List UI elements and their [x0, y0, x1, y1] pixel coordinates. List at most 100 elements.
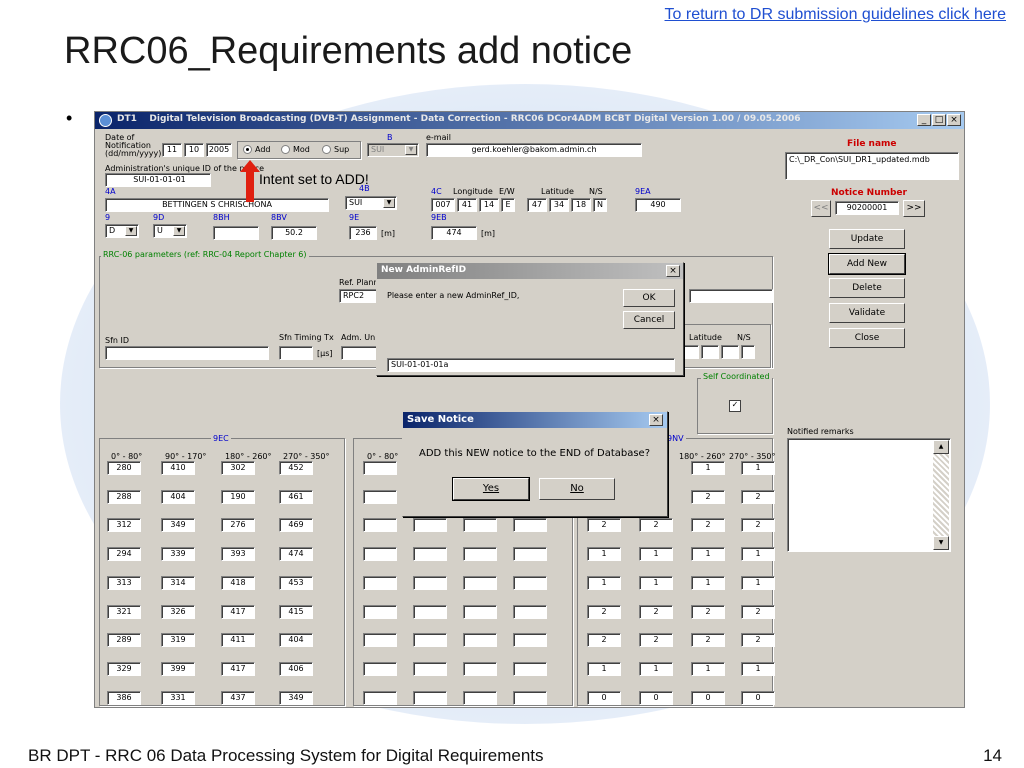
intent-mod-radio[interactable]	[281, 145, 290, 154]
scroll-up-icon[interactable]: ▲	[933, 440, 949, 454]
email-field[interactable]: gerd.koehler@bakom.admin.ch	[426, 143, 642, 157]
cell-9nv[interactable]: 2	[639, 633, 673, 647]
cell-9ec[interactable]: 393	[221, 547, 255, 561]
update-button[interactable]: Update	[829, 229, 905, 249]
cell-9nv[interactable]: 1	[741, 547, 775, 561]
yes-button[interactable]: Yes	[452, 477, 530, 501]
minimize-button[interactable]: _	[917, 114, 931, 126]
cell-9ec[interactable]: 289	[107, 633, 141, 647]
cell-middle[interactable]	[363, 576, 397, 590]
cell-9ec[interactable]: 331	[161, 691, 195, 705]
cell-middle[interactable]	[363, 518, 397, 532]
next-notice-button[interactable]: >>	[903, 200, 925, 217]
cell-9ec[interactable]: 461	[279, 490, 313, 504]
cell-9ec[interactable]: 386	[107, 691, 141, 705]
cell-middle[interactable]	[363, 461, 397, 475]
cell-9ec[interactable]: 437	[221, 691, 255, 705]
cell-middle[interactable]	[363, 547, 397, 561]
lat-sec-field[interactable]: 18	[571, 198, 591, 212]
cell-9nv[interactable]: 0	[639, 691, 673, 705]
lon-ew-field[interactable]: E	[501, 198, 515, 212]
notified-remarks-textarea[interactable]	[787, 438, 951, 552]
self-coordinated-checkbox[interactable]: ✓	[729, 400, 741, 412]
cell-middle[interactable]	[513, 576, 547, 590]
cell-9ec[interactable]: 339	[161, 547, 195, 561]
scroll-down-icon[interactable]: ▼	[933, 536, 949, 550]
cell-9nv[interactable]: 2	[691, 605, 725, 619]
field-9eb[interactable]: 474	[431, 226, 477, 240]
b-select[interactable]: SUI ▼	[367, 143, 419, 157]
cell-9ec[interactable]: 404	[161, 490, 195, 504]
cell-9nv[interactable]: 2	[639, 605, 673, 619]
field-8bh[interactable]	[213, 226, 259, 240]
cell-middle[interactable]	[413, 691, 447, 705]
intent-sup-radio[interactable]	[322, 145, 331, 154]
cell-9ec[interactable]: 276	[221, 518, 255, 532]
cell-9ec[interactable]: 349	[161, 518, 195, 532]
cell-9nv[interactable]: 1	[587, 547, 621, 561]
cell-middle[interactable]	[463, 633, 497, 647]
cell-9nv[interactable]: 1	[639, 576, 673, 590]
cell-middle[interactable]	[513, 662, 547, 676]
rrc-extra-field[interactable]	[689, 289, 773, 303]
cell-9ec[interactable]: 453	[279, 576, 313, 590]
date-day-field[interactable]: 11	[162, 143, 182, 157]
cell-9ec[interactable]: 302	[221, 461, 255, 475]
cell-middle[interactable]	[363, 633, 397, 647]
cell-9nv[interactable]: 1	[691, 461, 725, 475]
field-9ea[interactable]: 490	[635, 198, 681, 212]
cell-9nv[interactable]: 1	[741, 662, 775, 676]
cell-9ec[interactable]: 469	[279, 518, 313, 532]
country-select[interactable]: SUI ▼	[345, 196, 397, 210]
cell-9ec[interactable]: 280	[107, 461, 141, 475]
lat2-field-c[interactable]	[721, 345, 739, 359]
cell-middle[interactable]	[413, 576, 447, 590]
sfn-id-field[interactable]	[105, 346, 269, 360]
cell-middle[interactable]	[413, 633, 447, 647]
sfn-timing-field[interactable]	[279, 346, 313, 360]
cell-middle[interactable]	[463, 518, 497, 532]
cell-9nv[interactable]: 2	[587, 633, 621, 647]
cell-9nv[interactable]: 1	[741, 576, 775, 590]
cell-middle[interactable]	[513, 518, 547, 532]
maximize-button[interactable]: □	[932, 114, 946, 126]
remarks-scrollbar[interactable]	[933, 440, 949, 550]
cell-9ec[interactable]: 415	[279, 605, 313, 619]
lat-deg-field[interactable]: 47	[527, 198, 547, 212]
cell-9ec[interactable]: 452	[279, 461, 313, 475]
cell-9ec[interactable]: 417	[221, 605, 255, 619]
select-9d[interactable]: U ▼	[153, 224, 187, 238]
return-guidelines-link[interactable]: To return to DR submission guidelines cl…	[665, 6, 1006, 24]
cell-9ec[interactable]: 312	[107, 518, 141, 532]
notice-number-field[interactable]: 90200001	[835, 201, 899, 215]
cell-9nv[interactable]: 1	[741, 461, 775, 475]
cell-9ec[interactable]: 313	[107, 576, 141, 590]
add-new-button[interactable]: Add New	[828, 253, 906, 275]
admin-id-field[interactable]: SUI-01-01-01	[105, 173, 211, 187]
cell-9nv[interactable]: 0	[741, 691, 775, 705]
cancel-button[interactable]: Cancel	[623, 311, 675, 329]
cell-9ec[interactable]: 474	[279, 547, 313, 561]
cell-9nv[interactable]: 2	[691, 518, 725, 532]
cell-9nv[interactable]: 2	[741, 605, 775, 619]
cell-middle[interactable]	[463, 547, 497, 561]
ok-button[interactable]: OK	[623, 289, 675, 307]
no-button[interactable]: No	[539, 478, 615, 500]
date-month-field[interactable]: 10	[184, 143, 204, 157]
date-year-field[interactable]: 2005	[206, 143, 232, 157]
cell-9ec[interactable]: 319	[161, 633, 195, 647]
intent-add-radio[interactable]	[243, 145, 252, 154]
adminref-close-icon[interactable]: ×	[666, 265, 680, 277]
adminref-input[interactable]: SUI-01-01-01a	[387, 358, 675, 372]
cell-9ec[interactable]: 326	[161, 605, 195, 619]
cell-9ec[interactable]: 314	[161, 576, 195, 590]
save-notice-close-icon[interactable]: ×	[649, 414, 663, 426]
cell-9nv[interactable]: 1	[639, 662, 673, 676]
cell-middle[interactable]	[413, 605, 447, 619]
cell-9ec[interactable]: 294	[107, 547, 141, 561]
cell-middle[interactable]	[413, 518, 447, 532]
cell-9nv[interactable]: 2	[691, 490, 725, 504]
cell-9ec[interactable]: 417	[221, 662, 255, 676]
cell-middle[interactable]	[513, 605, 547, 619]
prev-notice-button[interactable]: <<	[811, 200, 831, 217]
